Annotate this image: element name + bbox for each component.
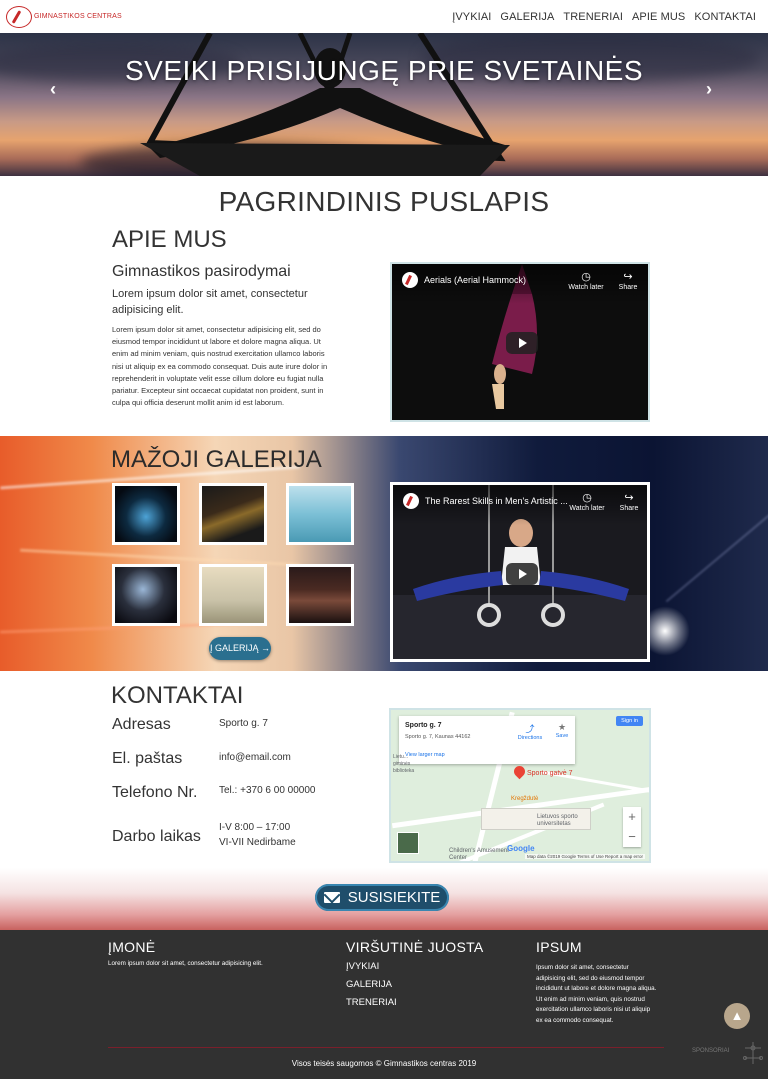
top-navbar: GIMNASTIKOS CENTRAS ĮVYKIAI GALERIJA TRE… (0, 0, 768, 33)
footer-divider (108, 1047, 664, 1048)
contact-us-label: SUSISIEKITE (347, 889, 441, 906)
video-title[interactable]: Aerials (Aerial Hammock) (424, 275, 526, 285)
footer-ipsum-text: Ipsum dolor sit amet, consectetur adipis… (536, 964, 657, 1024)
gallery-video-player[interactable]: The Rarest Skills in Men's Artistic ... … (390, 482, 650, 662)
nav-item-kontaktai[interactable]: KONTAKTAI (694, 11, 756, 23)
play-button[interactable] (506, 563, 538, 585)
carousel-next-icon[interactable]: › (706, 79, 712, 100)
gallery-title: MAŽOJI GALERIJA (111, 446, 322, 473)
google-logo: Google (507, 844, 535, 853)
map-sign-in-button[interactable]: Sign in (616, 716, 643, 726)
gallery-thumb-5[interactable] (199, 564, 267, 626)
gallery-thumb-6[interactable] (286, 564, 354, 626)
map-pin-label: Sporto gatvė 7 (527, 770, 573, 777)
footer-ipsum-title: IPSUM (536, 939, 582, 955)
directions-button[interactable]: ⤴ Directions (515, 722, 545, 741)
footer-link-galerija[interactable]: GALERIJA (346, 979, 392, 990)
map-place-address: Sporto g. 7, Kaunas 44162 (405, 734, 471, 740)
gallery-thumb-3[interactable] (286, 483, 354, 545)
map-poi-kregzdute: Kregždutė (511, 796, 539, 802)
about-title: APIE MUS (112, 226, 227, 253)
phone-label: Telefono Nr. (112, 784, 198, 801)
nav-item-apie-mus[interactable]: APIE MUS (632, 11, 685, 23)
share-button[interactable]: ↪ Share (611, 491, 647, 512)
footer-link-treneriai[interactable]: TRENERIAI (346, 997, 397, 1008)
scroll-to-top-icon[interactable]: ▲ (724, 1003, 750, 1029)
share-icon: ↪ (623, 271, 633, 283)
email-value[interactable]: info@email.com (219, 750, 291, 765)
video-title[interactable]: The Rarest Skills in Men's Artistic ... (425, 496, 568, 506)
gallery-thumb-4[interactable] (112, 564, 180, 626)
footer-company-title: ĮMONĖ (108, 939, 156, 955)
main-menu: ĮVYKIAI GALERIJA TRENERIAI APIE MUS KONT… (452, 11, 756, 23)
footer-copyright: Visos teisės saugomos © Gimnastikos cent… (291, 1059, 477, 1068)
hero-title: SVEIKI PRISIJUNGĘ PRIE SVETAINĖS (124, 55, 644, 86)
contact-us-button[interactable]: SUSISIEKITE (315, 884, 449, 911)
map-zoom-control: + − (623, 807, 641, 847)
save-button[interactable]: ★ Save (551, 722, 573, 739)
map-attribution: Map data ©2019 Google Terms of Use Repor… (524, 854, 645, 859)
nav-item-ivykiai[interactable]: ĮVYKIAI (452, 11, 491, 23)
footer-topbar-title: VIRŠUTINĖ JUOSTA (346, 939, 484, 955)
map-poi-amusement: Children's Amusement Center (449, 848, 509, 861)
contacts-title: KONTAKTAI (111, 682, 244, 709)
zoom-in-button[interactable]: + (623, 807, 641, 827)
carousel-prev-icon[interactable]: ‹ (50, 79, 56, 100)
channel-avatar-icon[interactable] (403, 493, 419, 509)
map-info-card: Sporto g. 7 Sporto g. 7, Kaunas 44162 Vi… (399, 716, 575, 764)
hours-weekend: VI-VII Nedirbame (219, 837, 296, 848)
hours-label: Darbo laikas (112, 828, 201, 845)
phone-value[interactable]: Tel.: +370 6 00 00000 (219, 783, 315, 798)
about-lead: Lorem ipsum dolor sit amet, consectetur … (112, 288, 308, 316)
watch-later-button[interactable]: ◷ Watch later (568, 270, 604, 291)
about-subtitle: Gimnastikos pasirodymai (112, 263, 291, 280)
map-pin-icon[interactable] (511, 763, 528, 780)
about-body: Lorem ipsum dolor sit amet, consectetur … (112, 325, 328, 408)
page-title: PAGRINDINIS PUSLAPIS (218, 186, 550, 217)
gallery-thumb-1[interactable] (112, 483, 180, 545)
clock-icon: ◷ (581, 271, 591, 283)
hours-weekdays: I-V 8:00 – 17:00 (219, 822, 291, 833)
directions-icon: ⤴ (525, 724, 535, 734)
star-icon: ★ (557, 722, 567, 732)
to-gallery-button[interactable]: Į GALERIJĄ → (209, 637, 271, 660)
about-video-player[interactable]: Aerials (Aerial Hammock) ◷ Watch later ↪ S… (390, 262, 650, 422)
map-place-title: Sporto g. 7 (405, 722, 442, 729)
channel-avatar-icon[interactable] (402, 272, 418, 288)
play-button[interactable] (506, 332, 538, 354)
address-value: Sporto g. 7 (219, 718, 268, 729)
logo-text: GIMNASTIKOS CENTRAS (34, 13, 122, 20)
footer-company-text: Lorem ipsum dolor sit amet, consectetur … (108, 960, 263, 967)
address-label: Adresas (112, 716, 171, 733)
email-label: El. paštas (112, 750, 183, 767)
share-button[interactable]: ↪ Share (610, 270, 646, 291)
gallery-thumb-2[interactable] (199, 483, 267, 545)
footer-link-ivykiai[interactable]: ĮVYKIAI (346, 961, 379, 972)
hero-carousel: SVEIKI PRISIJUNGĘ PRIE SVETAINĖS ‹ › (0, 33, 768, 176)
network-icon (743, 1042, 763, 1064)
watch-later-button[interactable]: ◷ Watch later (569, 491, 605, 512)
map-poi-university: Lietuvos sporto universitetas (537, 814, 578, 827)
clock-icon: ◷ (582, 492, 592, 504)
site-logo[interactable]: GIMNASTIKOS CENTRAS (6, 5, 122, 28)
envelope-icon (323, 892, 340, 903)
map-poi-library: Lietu... giminės biblioteka (393, 754, 415, 774)
logo-gymnast-icon (6, 5, 32, 28)
google-map-embed[interactable]: Sporto g. 7 Sporto g. 7, Kaunas 44162 Vi… (389, 708, 651, 863)
share-icon: ↪ (624, 492, 634, 504)
zoom-out-button[interactable]: − (623, 827, 641, 847)
nav-item-galerija[interactable]: GALERIJA (500, 11, 554, 23)
map-satellite-toggle[interactable] (397, 832, 419, 854)
nav-item-treneriai[interactable]: TRENERIAI (563, 11, 623, 23)
sponsors-link[interactable]: SPONSORIAI (692, 1048, 729, 1054)
